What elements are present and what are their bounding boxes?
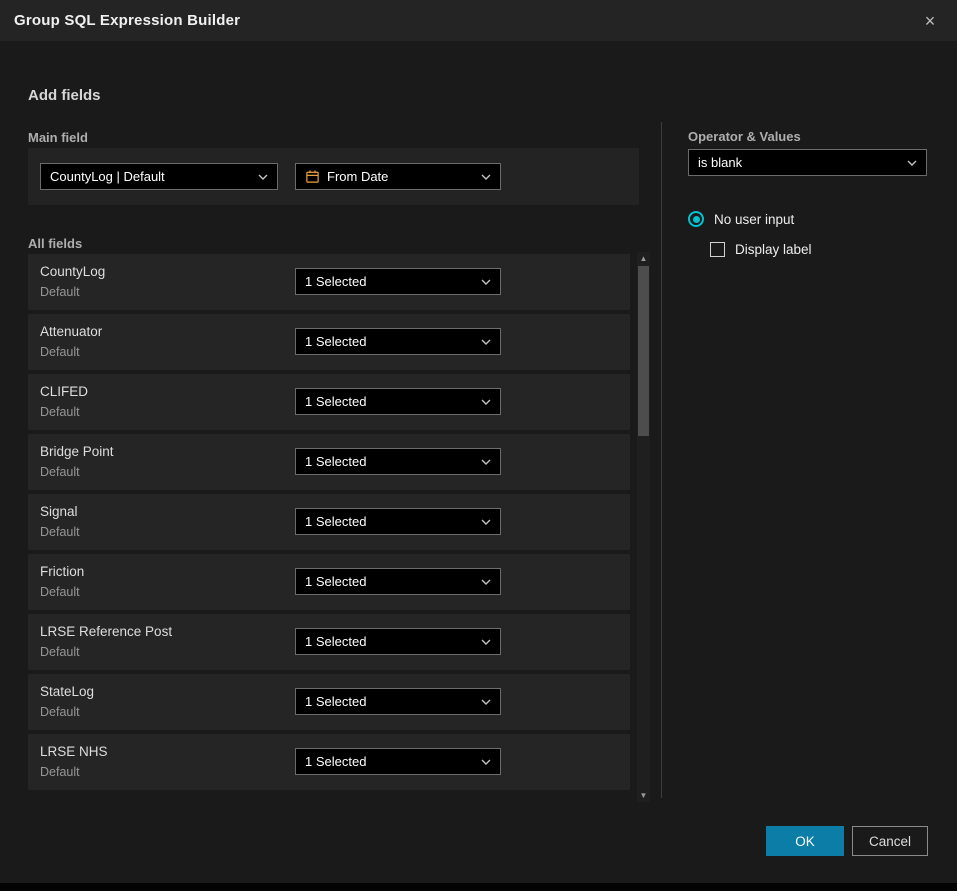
main-field-label: Main field xyxy=(28,130,88,145)
list-scrollbar[interactable]: ▲ ▼ xyxy=(637,252,650,802)
field-name: Bridge Point xyxy=(40,444,114,459)
dialog-title: Group SQL Expression Builder xyxy=(14,12,240,29)
field-selection-dropdown[interactable]: 1 Selected xyxy=(295,328,501,355)
field-selection-dropdown[interactable]: 1 Selected xyxy=(295,508,501,535)
field-name: CountyLog xyxy=(40,264,105,279)
dialog-header: Group SQL Expression Builder × xyxy=(0,0,957,41)
checkbox-label: Display label xyxy=(735,242,812,257)
field-source: Default xyxy=(40,585,80,599)
chevron-down-icon xyxy=(258,174,268,180)
close-icon[interactable]: × xyxy=(917,8,943,34)
dropdown-value: 1 Selected xyxy=(305,574,366,589)
chevron-down-icon xyxy=(481,279,491,285)
chevron-down-icon xyxy=(481,459,491,465)
calendar-icon xyxy=(305,169,320,184)
field-selection-dropdown[interactable]: 1 Selected xyxy=(295,448,501,475)
scrollbar-down-icon[interactable]: ▼ xyxy=(637,789,650,802)
field-selection-dropdown[interactable]: 1 Selected xyxy=(295,628,501,655)
field-name: StateLog xyxy=(40,684,94,699)
chevron-down-icon xyxy=(481,399,491,405)
field-row-lrse-reference-post: LRSE Reference Post Default 1 Selected xyxy=(28,614,630,670)
field-row-lrse-nhs: LRSE NHS Default 1 Selected xyxy=(28,734,630,790)
operator-dropdown[interactable]: is blank xyxy=(688,149,927,176)
field-source: Default xyxy=(40,405,80,419)
field-selection-dropdown[interactable]: 1 Selected xyxy=(295,688,501,715)
dropdown-value: is blank xyxy=(698,155,742,170)
field-source: Default xyxy=(40,465,80,479)
field-source: Default xyxy=(40,765,80,779)
dropdown-value: 1 Selected xyxy=(305,274,366,289)
chevron-down-icon xyxy=(481,759,491,765)
field-selection-dropdown[interactable]: 1 Selected xyxy=(295,388,501,415)
field-row-friction: Friction Default 1 Selected xyxy=(28,554,630,610)
field-name: LRSE Reference Post xyxy=(40,624,172,639)
group-sql-expression-builder-dialog: Group SQL Expression Builder × Add field… xyxy=(0,0,957,883)
field-name: LRSE NHS xyxy=(40,744,108,759)
operator-values-heading: Operator & Values xyxy=(688,129,801,144)
dropdown-value: 1 Selected xyxy=(305,514,366,529)
main-field-panel: CountyLog | Default From Date xyxy=(28,148,639,205)
scrollbar-thumb[interactable] xyxy=(638,266,649,436)
field-name: Signal xyxy=(40,504,78,519)
chevron-down-icon xyxy=(481,339,491,345)
chevron-down-icon xyxy=(481,699,491,705)
display-label-checkbox[interactable]: Display label xyxy=(710,242,812,257)
field-name: CLIFED xyxy=(40,384,88,399)
dropdown-value: 1 Selected xyxy=(305,634,366,649)
scrollbar-up-icon[interactable]: ▲ xyxy=(637,252,650,265)
field-source: Default xyxy=(40,705,80,719)
chevron-down-icon xyxy=(481,174,491,180)
dropdown-value: 1 Selected xyxy=(305,334,366,349)
dropdown-value: 1 Selected xyxy=(305,454,366,469)
field-name: Attenuator xyxy=(40,324,102,339)
radio-label: No user input xyxy=(714,212,794,227)
add-fields-heading: Add fields xyxy=(28,87,101,104)
field-row-bridge-point: Bridge Point Default 1 Selected xyxy=(28,434,630,490)
all-fields-list: CountyLog Default 1 Selected Attenuator … xyxy=(28,254,630,790)
checkbox-unchecked-icon xyxy=(710,242,725,257)
field-row-attenuator: Attenuator Default 1 Selected xyxy=(28,314,630,370)
chevron-down-icon xyxy=(481,639,491,645)
field-source: Default xyxy=(40,525,80,539)
cancel-button[interactable]: Cancel xyxy=(852,826,928,856)
field-row-clifed: CLIFED Default 1 Selected xyxy=(28,374,630,430)
field-selection-dropdown[interactable]: 1 Selected xyxy=(295,568,501,595)
screen: Group SQL Expression Builder × Add field… xyxy=(0,0,957,891)
field-selection-dropdown[interactable]: 1 Selected xyxy=(295,748,501,775)
dropdown-value: CountyLog | Default xyxy=(50,169,165,184)
chevron-down-icon xyxy=(481,579,491,585)
dropdown-value: From Date xyxy=(327,169,388,184)
all-fields-label: All fields xyxy=(28,236,82,251)
field-row-signal: Signal Default 1 Selected xyxy=(28,494,630,550)
field-selection-dropdown[interactable]: 1 Selected xyxy=(295,268,501,295)
field-source: Default xyxy=(40,645,80,659)
field-source: Default xyxy=(40,345,80,359)
panel-divider xyxy=(661,122,662,798)
dropdown-value: 1 Selected xyxy=(305,754,366,769)
field-name: Friction xyxy=(40,564,84,579)
radio-selected-icon xyxy=(688,211,704,227)
field-row-statelog: StateLog Default 1 Selected xyxy=(28,674,630,730)
no-user-input-radio[interactable]: No user input xyxy=(688,211,794,227)
ok-button[interactable]: OK xyxy=(766,826,844,856)
field-row-countylog: CountyLog Default 1 Selected xyxy=(28,254,630,310)
dropdown-value: 1 Selected xyxy=(305,694,366,709)
main-field-dropdown[interactable]: From Date xyxy=(295,163,501,190)
dropdown-value: 1 Selected xyxy=(305,394,366,409)
field-source: Default xyxy=(40,285,80,299)
chevron-down-icon xyxy=(907,160,917,166)
chevron-down-icon xyxy=(481,519,491,525)
main-layer-dropdown[interactable]: CountyLog | Default xyxy=(40,163,278,190)
